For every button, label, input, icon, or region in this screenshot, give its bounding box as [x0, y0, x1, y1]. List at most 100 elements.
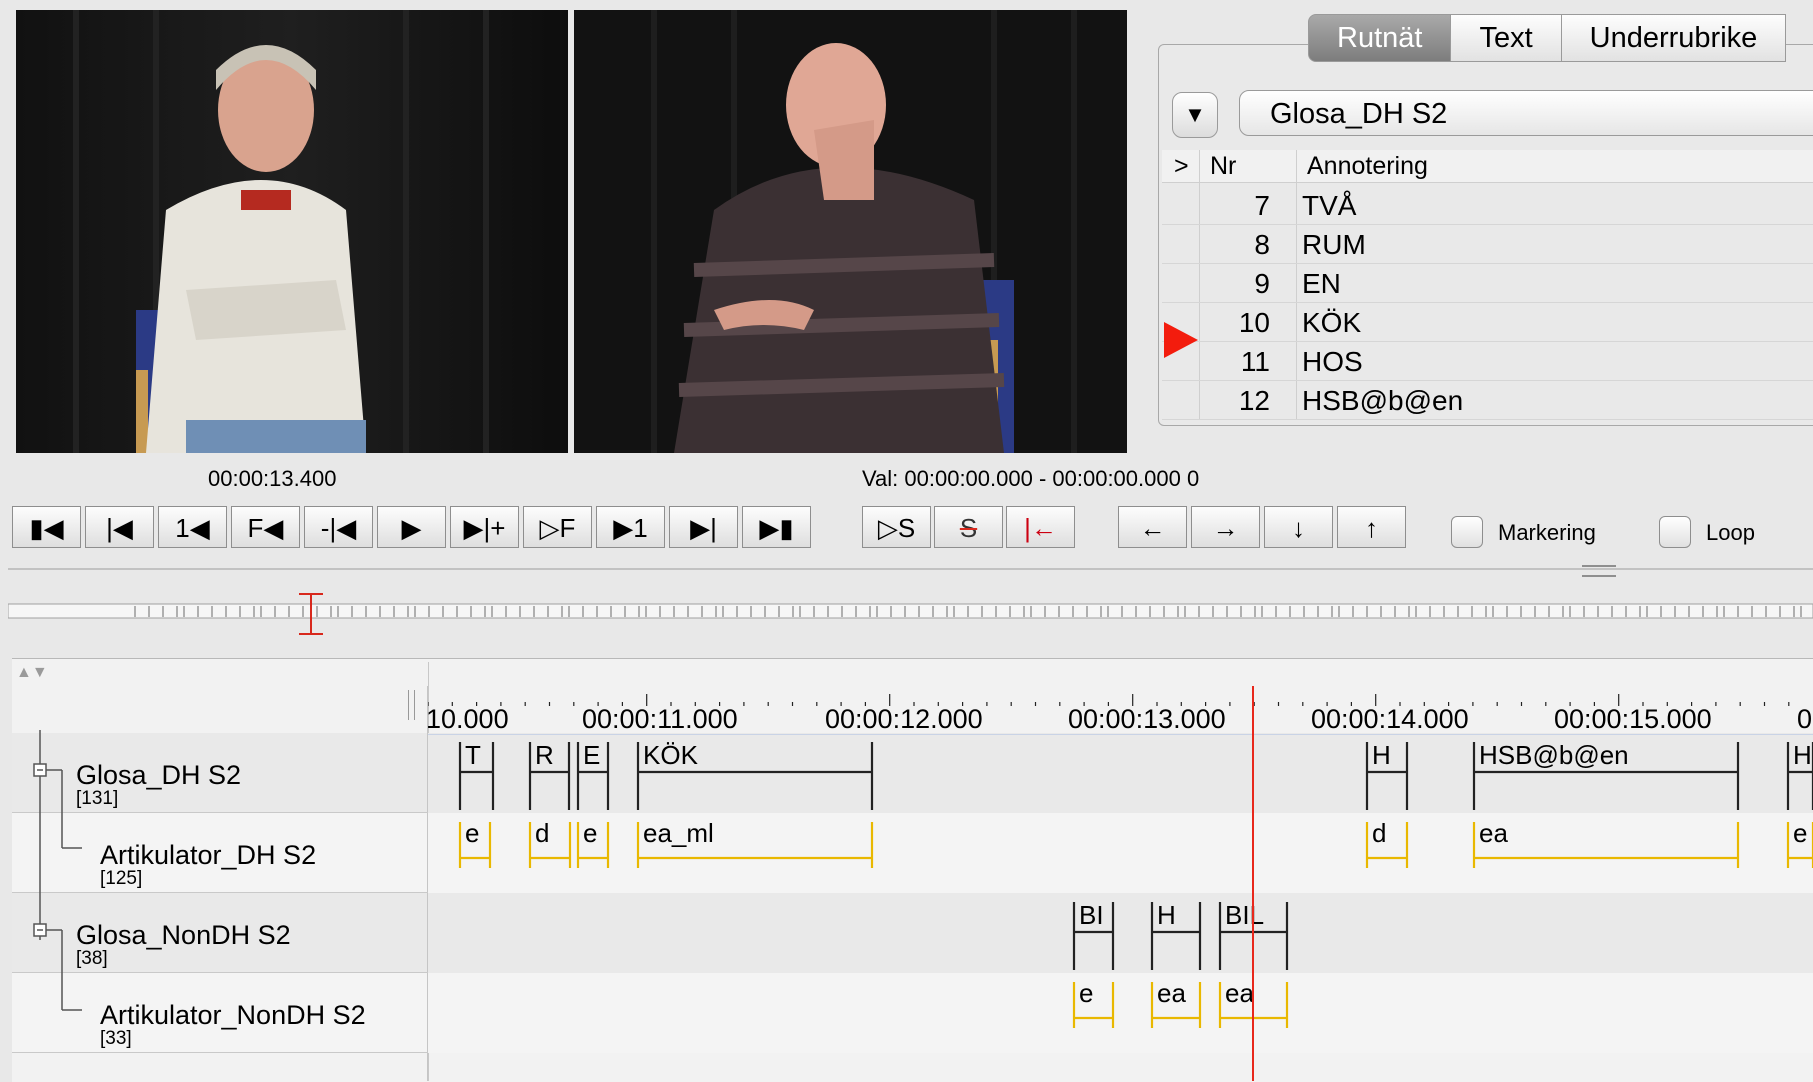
markering-label: Markering	[1498, 520, 1596, 545]
previous-scrollview-button[interactable]: |◀	[85, 506, 154, 548]
annotation-column-header: Annotering	[1307, 152, 1428, 180]
splitter-handle[interactable]	[1582, 565, 1616, 577]
tier-count: [33]	[100, 1028, 132, 1049]
ruler-tick-label: 00:00:11.000	[582, 704, 738, 734]
annotation-label[interactable]: H	[1372, 740, 1391, 771]
arrow-left-button[interactable]: ←	[1118, 506, 1187, 548]
ruler-tick-label: 0	[1797, 704, 1813, 734]
tier-name[interactable]: Glosa_NonDH S2	[76, 920, 291, 951]
annotation-label[interactable]: ea	[1225, 978, 1254, 1009]
previous-ms-icon: -|◀	[320, 513, 357, 543]
clear-selection-button[interactable]: S	[934, 506, 1003, 548]
annotation-label[interactable]: T	[465, 740, 481, 771]
row-nr: 11	[1240, 346, 1270, 377]
table-row[interactable]: 7 TVÅ	[1162, 186, 1813, 225]
previous-frame-icon: F◀	[247, 513, 284, 543]
annotation-label[interactable]: HSB@b@en	[1479, 740, 1629, 771]
table-row-current[interactable]: 10 KÖK	[1162, 303, 1813, 342]
annotation-label[interactable]: H	[1793, 740, 1812, 771]
clear-selection-icon: S	[959, 513, 978, 543]
tier-count: [125]	[100, 868, 143, 889]
table-row[interactable]: 11 HOS	[1162, 342, 1813, 381]
play-selection-button[interactable]: ▷S	[862, 506, 931, 548]
table-row[interactable]: 8 RUM	[1162, 225, 1813, 264]
tier-count: [38]	[76, 948, 108, 969]
tier-name[interactable]: Artikulator_DH S2	[100, 840, 316, 871]
annotation-label[interactable]: ea	[1479, 818, 1508, 849]
tier-select[interactable]: Glosa_DH S2	[1239, 90, 1813, 136]
play-selection-icon: ▷S	[877, 513, 916, 543]
arrow-up-button[interactable]: ↑	[1337, 506, 1406, 548]
ruler-tick-label: 00:00:13.000	[1068, 704, 1226, 734]
overview-timeline[interactable]	[8, 590, 1813, 640]
tier-name[interactable]: Glosa_DH S2	[76, 760, 241, 791]
annotation-label[interactable]: ea_ml	[643, 818, 714, 849]
annotation-label[interactable]: H	[1157, 900, 1176, 931]
ruler-tick-label: 00:00:14.000	[1311, 704, 1469, 734]
row-annotation: KÖK	[1302, 307, 1362, 338]
next-ms-button[interactable]: ▶|+	[450, 506, 519, 548]
table-row[interactable]: 12 HSB@b@en	[1162, 381, 1813, 420]
table-header: > Nr Annotering	[1162, 150, 1813, 183]
previous-second-button[interactable]: 1◀	[158, 506, 227, 548]
arrow-down-button[interactable]: ↓	[1264, 506, 1333, 548]
arrow-up-icon: ↑	[1365, 513, 1378, 543]
ruler-tick-label: 00:00:12.000	[825, 704, 983, 734]
row-nr: 8	[1254, 229, 1270, 260]
tab-underrubriker[interactable]: Underrubrike	[1561, 14, 1787, 62]
tab-rutnat[interactable]: Rutnät	[1308, 14, 1452, 62]
row-nr: 7	[1254, 190, 1270, 221]
selection-begin-icon: |←	[1024, 513, 1057, 543]
divider	[8, 568, 1813, 570]
selection-begin-button[interactable]: |←	[1006, 506, 1075, 548]
next-frame-icon: ▷F	[539, 513, 576, 543]
video-right	[574, 10, 1127, 453]
arrow-right-button[interactable]: →	[1191, 506, 1260, 548]
previous-frame-button[interactable]: F◀	[231, 506, 300, 548]
annotation-label[interactable]: E	[583, 740, 600, 771]
annotation-label[interactable]: R	[535, 740, 554, 771]
go-to-begin-button[interactable]: ▮◀	[12, 506, 81, 548]
annotation-label[interactable]: ea	[1157, 978, 1186, 1009]
marker-column-header: >	[1174, 152, 1189, 180]
annotation-label[interactable]: BI	[1079, 900, 1104, 931]
annotation-label[interactable]: e	[465, 818, 479, 849]
tab-text[interactable]: Text	[1451, 14, 1562, 62]
row-nr: 10	[1238, 307, 1270, 338]
row-nr: 9	[1254, 268, 1270, 299]
current-row-arrow-icon	[1164, 322, 1198, 358]
table-row[interactable]: 9 EN	[1162, 264, 1813, 303]
previous-ms-button[interactable]: -|◀	[304, 506, 373, 548]
next-frame-button[interactable]: ▷F	[523, 506, 592, 548]
arrow-right-icon: →	[1212, 513, 1239, 543]
go-to-begin-icon: ▮◀	[29, 513, 64, 543]
tier-count: [131]	[76, 788, 119, 809]
play-button[interactable]: ▶	[377, 506, 446, 548]
annotation-label[interactable]: e	[583, 818, 597, 849]
loop-checkbox[interactable]	[1659, 516, 1691, 548]
next-second-icon: ▶1	[613, 513, 648, 543]
annotation-label[interactable]: KÖK	[643, 740, 698, 771]
tier-dropdown-button[interactable]: ▼	[1172, 92, 1218, 138]
triangle-down-icon: ▼	[1184, 102, 1206, 127]
go-to-end-button[interactable]: ▶▮	[742, 506, 811, 548]
previous-scrollview-icon: |◀	[106, 513, 133, 543]
row-annotation: EN	[1302, 268, 1341, 299]
annotation-label[interactable]: e	[1079, 978, 1093, 1009]
annotation-label[interactable]: BIL	[1225, 900, 1264, 931]
annotation-label[interactable]: e	[1793, 818, 1807, 849]
markering-checkbox[interactable]	[1451, 516, 1483, 548]
go-to-end-icon: ▶▮	[759, 513, 794, 543]
selection-time: Val: 00:00:00.000 - 00:00:00.000 0	[862, 466, 1200, 491]
annotation-label[interactable]: d	[535, 818, 549, 849]
row-annotation: TVÅ	[1302, 190, 1357, 221]
next-scrollview-button[interactable]: ▶|	[669, 506, 738, 548]
ruler-tick-label: 10.000	[426, 704, 509, 734]
loop-label: Loop	[1706, 520, 1755, 545]
tier-name[interactable]: Artikulator_NonDH S2	[100, 1000, 366, 1031]
next-second-button[interactable]: ▶1	[596, 506, 665, 548]
next-scrollview-icon: ▶|	[690, 513, 717, 543]
divider	[12, 1052, 428, 1053]
next-ms-icon: ▶|+	[463, 513, 506, 543]
annotation-label[interactable]: d	[1372, 818, 1386, 849]
